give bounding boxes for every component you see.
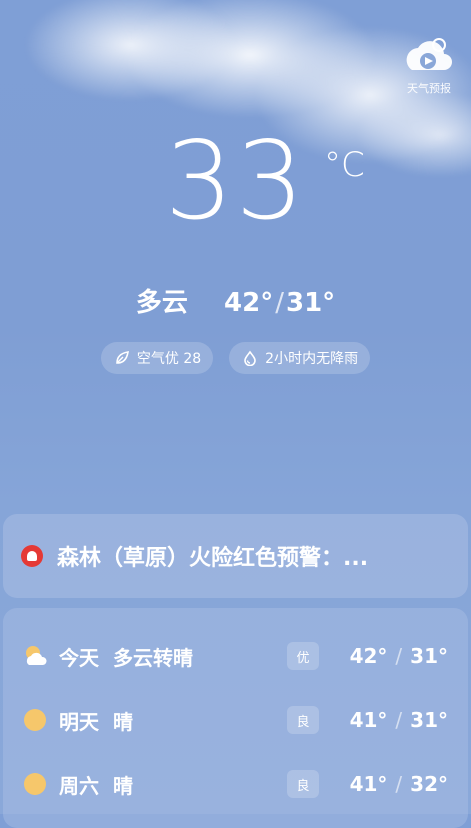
- sun-icon: [23, 708, 47, 732]
- forecast-condition: 多云转晴: [113, 645, 193, 670]
- current-summary: 多云 42°/31°: [0, 282, 471, 319]
- sun-icon: [23, 772, 47, 796]
- alarm-icon: [21, 545, 43, 567]
- info-chips: 空气优 28 2小时内无降雨: [0, 342, 471, 374]
- forecast-condition: 晴: [113, 709, 133, 734]
- current-high: 42°: [224, 288, 274, 318]
- aqi-badge: 良: [287, 706, 319, 734]
- forecast-low: 31°: [410, 708, 448, 732]
- temperature-unit: °C: [324, 145, 365, 185]
- current-low: 31°: [286, 288, 336, 318]
- forecast-row-today[interactable]: 今天 多云转晴 优 42°/31°: [3, 636, 468, 676]
- raindrop-icon: [241, 349, 259, 367]
- forecast-condition: 晴: [113, 773, 133, 798]
- current-condition: 多云: [135, 288, 188, 318]
- forecast-low: 32°: [410, 772, 448, 796]
- weather-video-icon: [406, 38, 452, 70]
- forecast-high: 42°: [349, 644, 388, 668]
- air-quality-label: 空气优 28: [136, 351, 202, 367]
- aqi-badge: 良: [287, 770, 319, 798]
- aqi-badge: 优: [287, 642, 319, 670]
- rain-label: 2小时内无降雨: [265, 351, 359, 367]
- leaf-icon: [113, 349, 131, 367]
- weather-alert-banner[interactable]: 森林（草原）火险红色预警：...: [3, 514, 468, 598]
- forecast-day: 明天: [59, 709, 99, 734]
- forecast-day: 今天: [59, 645, 99, 670]
- weather-video-button[interactable]: 天气预报: [399, 36, 459, 96]
- air-quality-chip[interactable]: 空气优 28: [100, 342, 214, 374]
- forecast-low: 31°: [410, 644, 448, 668]
- forecast-row-saturday[interactable]: 周六 晴 良 41°/32°: [3, 764, 468, 804]
- partly-cloudy-icon: [23, 644, 47, 668]
- alert-text: 森林（草原）火险红色预警：...: [57, 546, 369, 571]
- forecast-high: 41°: [349, 772, 388, 796]
- forecast-high: 41°: [349, 708, 388, 732]
- forecast-temps: 42°/31°: [349, 644, 448, 668]
- brand-label: 天气预报: [407, 82, 451, 95]
- forecast-day: 周六: [59, 773, 99, 798]
- forecast-temps: 41°/32°: [349, 772, 448, 796]
- forecast-temps: 41°/31°: [349, 708, 448, 732]
- forecast-row-tomorrow[interactable]: 明天 晴 良 41°/31°: [3, 700, 468, 740]
- current-temperature: 33: [164, 119, 307, 244]
- rain-chip[interactable]: 2小时内无降雨: [229, 342, 371, 374]
- daily-forecast-card: 今天 多云转晴 优 42°/31° 明天 晴 良 41°/31° 周六 晴 良 …: [3, 608, 468, 828]
